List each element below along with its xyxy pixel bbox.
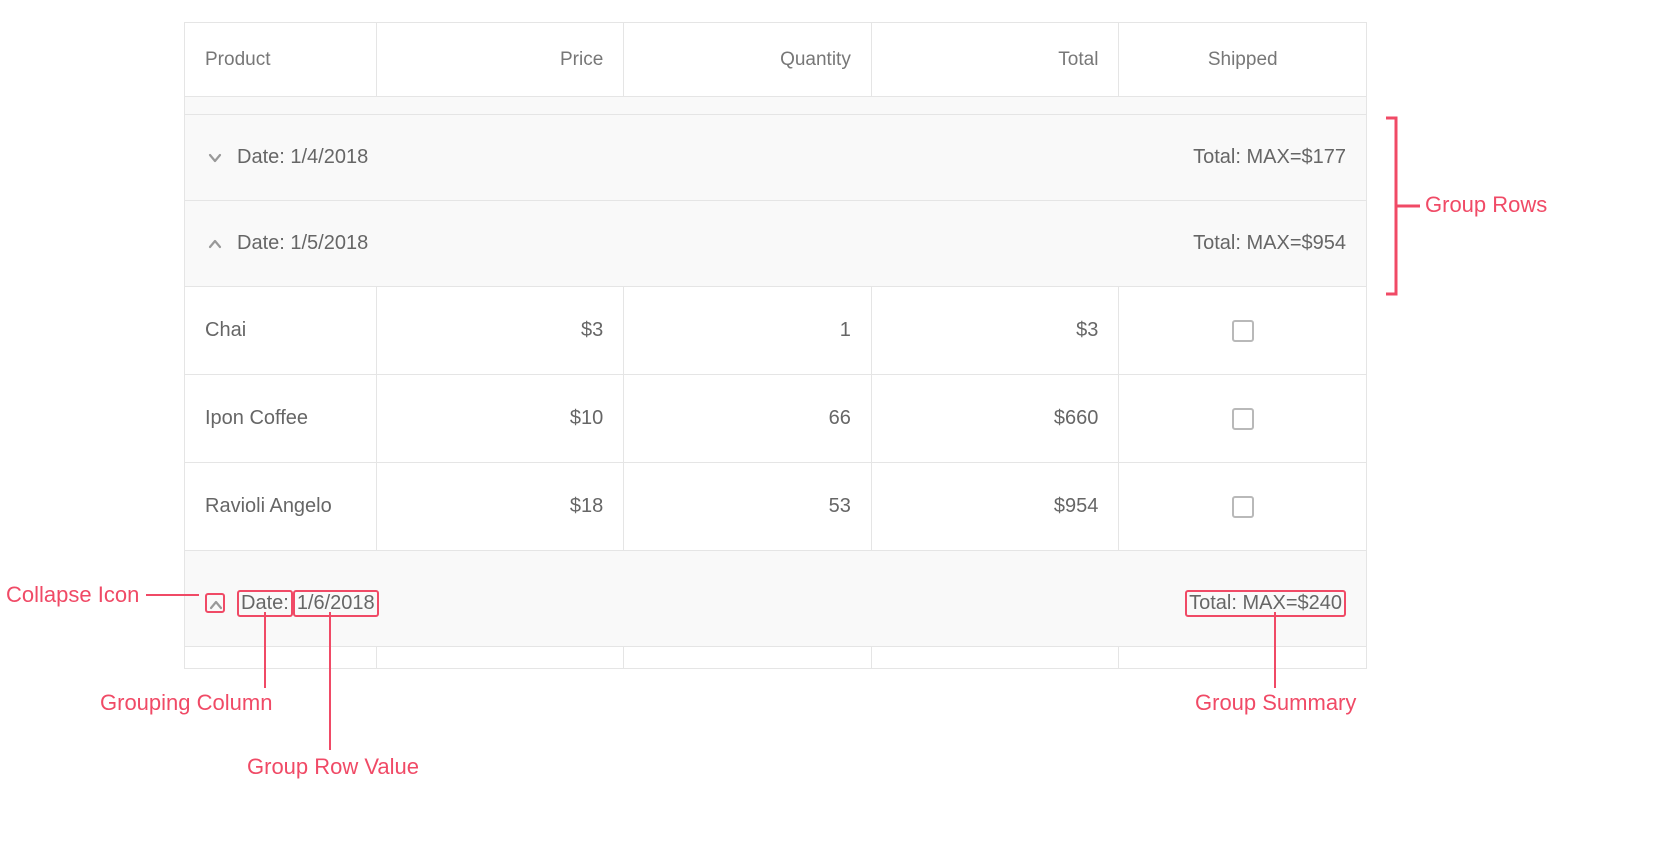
cell-text: $10 [570, 407, 603, 430]
group-summary: Total: MAX=$240 [1185, 590, 1346, 617]
column-header-product[interactable]: Product [185, 22, 377, 96]
column-header-price[interactable]: Price [377, 22, 625, 96]
cell-text: Ravioli Angelo [205, 495, 332, 518]
cell-shipped [1119, 374, 1366, 462]
cell-product: Ipon Coffee [185, 374, 377, 462]
header-label: Total [1058, 49, 1098, 71]
cell-text: $18 [570, 495, 603, 518]
cell-text: $3 [1076, 319, 1098, 342]
cell-text: $3 [581, 319, 603, 342]
table-row[interactable]: Ipon Coffee $10 66 $660 [185, 374, 1366, 462]
cell-text: 66 [829, 407, 851, 430]
cell-text: $954 [1054, 495, 1099, 518]
group-prefix: Date: [237, 146, 285, 169]
cell-product: Ravioli Angelo [185, 462, 377, 550]
cell-text: 53 [829, 495, 851, 518]
annotation-collapse-icon: Collapse Icon [6, 582, 139, 608]
cell-quantity: 1 [624, 286, 872, 374]
cell-shipped [1119, 462, 1366, 550]
header-gap [185, 96, 1366, 114]
header-row: Product Price Quantity Total Shipped [185, 22, 1366, 96]
cell-text: 1 [840, 319, 851, 342]
shipped-checkbox[interactable] [1232, 496, 1254, 518]
chevron-up-icon[interactable] [205, 593, 225, 613]
cell-text: $660 [1054, 407, 1099, 430]
pre-group-gap [185, 550, 1366, 560]
cell-price: $10 [377, 374, 625, 462]
column-header-total[interactable]: Total [872, 22, 1120, 96]
cell-price: $3 [377, 286, 625, 374]
group-summary: Total: MAX=$954 [1193, 232, 1346, 255]
table-row[interactable]: Chai $3 1 $3 [185, 286, 1366, 374]
cell-quantity: 66 [624, 374, 872, 462]
footer-cell [624, 646, 872, 668]
header-label: Shipped [1208, 49, 1278, 71]
shipped-checkbox[interactable] [1232, 320, 1254, 342]
group-value: 1/4/2018 [290, 146, 368, 169]
annotation-group-summary: Group Summary [1195, 690, 1356, 716]
group-value: 1/5/2018 [290, 232, 368, 255]
chevron-down-icon[interactable] [205, 148, 225, 168]
footer-cell [185, 646, 377, 668]
cell-price: $18 [377, 462, 625, 550]
header-label: Price [560, 49, 603, 71]
group-prefix: Date: [237, 590, 293, 617]
cell-total: $954 [872, 462, 1120, 550]
cell-shipped [1119, 286, 1366, 374]
header-label: Product [205, 49, 270, 71]
annotation-group-row-value: Group Row Value [247, 754, 419, 780]
table-row[interactable]: Ravioli Angelo $18 53 $954 [185, 462, 1366, 550]
footer-cell [872, 646, 1120, 668]
group-row[interactable]: Date: 1/6/2018 Total: MAX=$240 [185, 560, 1366, 646]
cell-text: Chai [205, 319, 246, 342]
annotation-grouping-column: Grouping Column [100, 690, 272, 716]
cell-text: Ipon Coffee [205, 407, 308, 430]
cell-product: Chai [185, 286, 377, 374]
footer-row [185, 646, 1366, 668]
group-value: 1/6/2018 [293, 590, 379, 617]
group-row[interactable]: Date: 1/5/2018 Total: MAX=$954 [185, 200, 1366, 286]
cell-quantity: 53 [624, 462, 872, 550]
annotation-group-rows: Group Rows [1425, 192, 1547, 218]
group-row[interactable]: Date: 1/4/2018 Total: MAX=$177 [185, 114, 1366, 200]
cell-total: $3 [872, 286, 1120, 374]
footer-cell [1119, 646, 1366, 668]
cell-total: $660 [872, 374, 1120, 462]
footer-cell [377, 646, 625, 668]
shipped-checkbox[interactable] [1232, 408, 1254, 430]
chevron-up-icon[interactable] [205, 234, 225, 254]
column-header-quantity[interactable]: Quantity [624, 22, 872, 96]
group-prefix: Date: [237, 232, 285, 255]
column-header-shipped[interactable]: Shipped [1119, 22, 1366, 96]
group-summary: Total: MAX=$177 [1193, 146, 1346, 169]
data-grid: Product Price Quantity Total Shipped Dat… [184, 22, 1367, 669]
header-label: Quantity [780, 49, 851, 71]
